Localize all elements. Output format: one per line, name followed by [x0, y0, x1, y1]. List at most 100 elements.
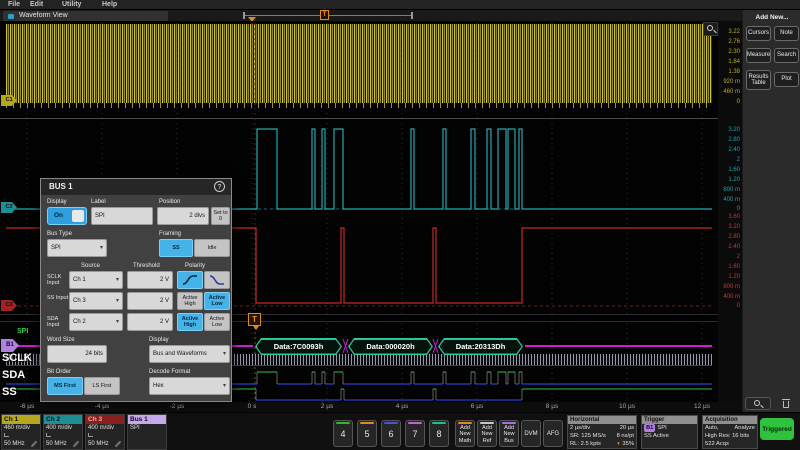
- overview-trigger-icon[interactable]: T: [320, 10, 329, 20]
- ch4-button[interactable]: 4: [333, 420, 353, 447]
- ss-source-dropdown[interactable]: Ch 3 ▾: [69, 292, 123, 310]
- ch1-badge[interactable]: Ch 1 460 m/div 50 MHz: [1, 414, 41, 450]
- bus-type-value: SPI: [51, 245, 61, 251]
- sclk-input-label: SCLK Input: [47, 274, 69, 287]
- ch2-scale-label: 0: [718, 205, 740, 213]
- framing-ss-button[interactable]: SS: [159, 239, 193, 257]
- ss-active-high-button[interactable]: Active High: [177, 292, 203, 310]
- ch6-button[interactable]: 6: [381, 420, 401, 447]
- menu-utility[interactable]: Utility: [62, 0, 81, 10]
- ch1-scale-label: 0: [718, 98, 740, 106]
- help-icon[interactable]: ?: [214, 181, 225, 192]
- ch1-scale-label: 3.22: [718, 28, 740, 36]
- label-label: Label: [91, 199, 106, 205]
- trigger-position-stem: [253, 326, 259, 330]
- chevron-down-icon: ▾: [116, 314, 119, 330]
- ch3-badge[interactable]: Ch 3 400 m/div 50 MHz: [85, 414, 125, 450]
- trigger-panel[interactable]: Trigger B1SPI SS Active: [641, 415, 698, 449]
- measure-button[interactable]: Measure: [746, 48, 771, 63]
- ch6-color-stripe: [384, 422, 398, 424]
- ch3-bandwidth: 50 MHz: [88, 441, 109, 447]
- chevron-down-icon: ▾: [116, 272, 119, 288]
- ls-first-button[interactable]: LS First: [84, 377, 120, 395]
- polarity-column-header: Polarity: [185, 263, 205, 269]
- trigger-position-marker[interactable]: T: [248, 313, 261, 326]
- ch1-badge-title: Ch 1: [2, 415, 40, 424]
- search-button[interactable]: Search: [774, 48, 799, 63]
- ch2-badge[interactable]: Ch 2 400 m/div 50 MHz: [43, 414, 83, 450]
- set-to-zero-button[interactable]: Set to 0: [211, 207, 230, 225]
- ch3-badge-title: Ch 3: [86, 415, 124, 424]
- ch1-scale-label: 2.76: [718, 38, 740, 46]
- acquisition-panel[interactable]: Acquisition Auto,Analyze High Res: 16 bi…: [702, 415, 758, 449]
- decoded-packet-value: Data:20313Dh: [440, 340, 522, 354]
- waveform-view-icon: [8, 14, 14, 19]
- sda-active-high-button[interactable]: Active High: [177, 313, 203, 331]
- ss-row-label: SS: [2, 386, 17, 398]
- right-sidebar: Add New... Cursors Note Measure Search R…: [742, 10, 800, 412]
- sclk-falling-edge-button[interactable]: [204, 271, 230, 289]
- position-input[interactable]: 2 divs: [157, 207, 209, 225]
- dvm-button[interactable]: DVM: [521, 420, 541, 447]
- trash-button[interactable]: [779, 397, 795, 410]
- ch2-bandwidth: 50 MHz: [46, 441, 67, 447]
- ch1-scale-label: 1.38: [718, 68, 740, 76]
- menu-file[interactable]: File: [8, 0, 20, 10]
- time-tick: 12 µs: [687, 403, 717, 410]
- ch5-button[interactable]: 5: [357, 420, 377, 447]
- time-tick: 10 µs: [612, 403, 642, 410]
- chevron-down-icon: ▾: [223, 346, 226, 362]
- ch2-scale-label: 800 m: [718, 186, 740, 194]
- menu-help[interactable]: Help: [102, 0, 117, 10]
- time-axis: -6 µs -4 µs -2 µs 0 s 2 µs 4 µs 6 µs 8 µ…: [0, 402, 742, 412]
- overview-right-bracket[interactable]: [411, 12, 413, 19]
- add-new-math-button[interactable]: Add New Math: [455, 420, 475, 447]
- zoom-corner-button[interactable]: [703, 22, 718, 36]
- ch7-button[interactable]: 7: [405, 420, 425, 447]
- menu-edit[interactable]: Edit: [30, 0, 43, 10]
- add-new-ref-button[interactable]: Add New Ref: [477, 420, 497, 447]
- add-new-bus-button[interactable]: Add New Bus: [499, 420, 519, 447]
- plot-button[interactable]: Plot: [774, 72, 799, 87]
- ch3-scale-label: 2.80: [718, 233, 740, 241]
- decode-format-dropdown[interactable]: Hex ▾: [149, 377, 230, 395]
- ms-first-button[interactable]: MS First: [47, 377, 83, 395]
- framing-label: Framing: [159, 231, 181, 237]
- ss-active-low-button[interactable]: Active Low: [204, 292, 230, 310]
- dialog-title[interactable]: BUS 1: [41, 179, 231, 195]
- word-size-input[interactable]: 24 bits: [47, 345, 107, 363]
- word-size-label: Word Size: [47, 337, 75, 343]
- bus-label-input[interactable]: SPI: [91, 207, 153, 225]
- overview-left-bracket[interactable]: [243, 12, 245, 19]
- sda-source-dropdown[interactable]: Ch 2 ▾: [69, 313, 123, 331]
- ss-threshold-input[interactable]: 2 V: [127, 292, 173, 310]
- ch8-color-stripe: [432, 422, 446, 424]
- framing-idle-button[interactable]: Idle: [194, 239, 230, 257]
- time-tick: 0 s: [237, 403, 267, 410]
- cursors-button[interactable]: Cursors: [746, 26, 771, 41]
- horizontal-panel[interactable]: Horizontal 2 µs/div20 µs SR: 125 MS/s8 n…: [567, 415, 637, 449]
- sclk-rising-edge-button[interactable]: [177, 271, 203, 289]
- display-on-toggle[interactable]: On: [47, 207, 87, 225]
- bus1-badge[interactable]: Bus 1 SPI: [127, 414, 167, 450]
- sda-threshold-input[interactable]: 2 V: [127, 313, 173, 331]
- ch5-color-stripe: [360, 422, 374, 424]
- sda-active-low-button[interactable]: Active Low: [204, 313, 230, 331]
- ch8-button[interactable]: 8: [429, 420, 449, 447]
- ch3-scale-label: 400 m: [718, 293, 740, 301]
- sclk-source-dropdown[interactable]: Ch 1 ▾: [69, 271, 123, 289]
- menu-bar: File Edit Utility Help: [0, 0, 800, 10]
- display-mode-dropdown[interactable]: Bus and Waveforms ▾: [149, 345, 230, 363]
- bandwidth-icon: [114, 441, 122, 447]
- ch3-scale-setting: 400 m/div: [86, 424, 124, 432]
- afg-button[interactable]: AFG: [543, 420, 563, 447]
- results-table-button[interactable]: Results Table: [746, 70, 771, 90]
- time-tick: 8 µs: [537, 403, 567, 410]
- tab-waveform-view[interactable]: Waveform View: [3, 11, 168, 21]
- note-button[interactable]: Note: [774, 26, 799, 41]
- decoded-packet-value: Data:7C0093h: [257, 340, 341, 354]
- sclk-threshold-input[interactable]: 2 V: [127, 271, 173, 289]
- zoom-tool-button[interactable]: [745, 397, 771, 410]
- chevron-down-icon: ▾: [223, 378, 226, 394]
- bus-type-dropdown[interactable]: SPI ▾: [47, 239, 107, 257]
